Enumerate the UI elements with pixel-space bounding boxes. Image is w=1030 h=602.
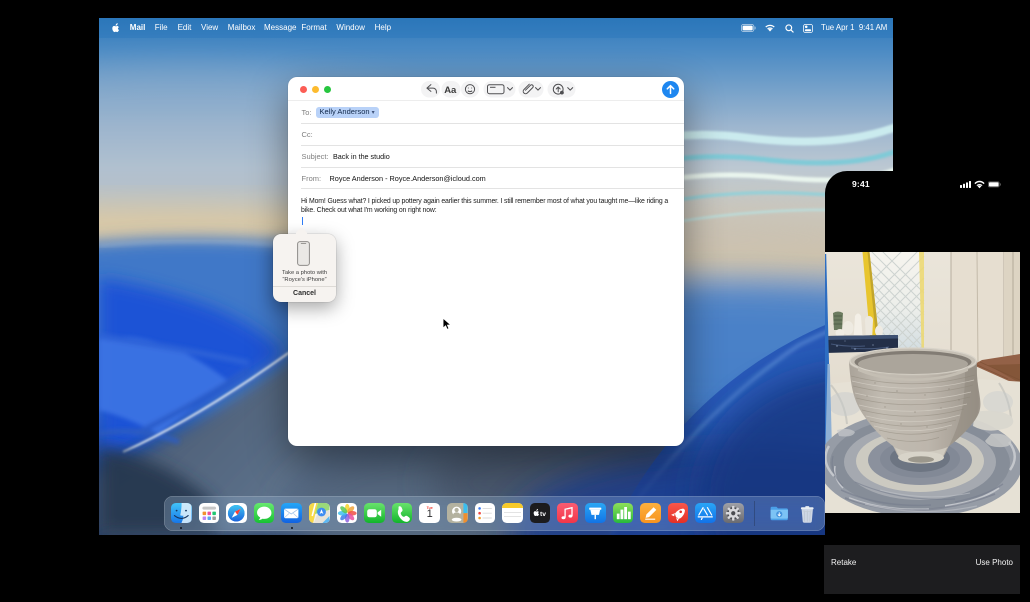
svg-text:tv: tv xyxy=(540,511,546,518)
svg-text:Aa: Aa xyxy=(444,85,457,96)
